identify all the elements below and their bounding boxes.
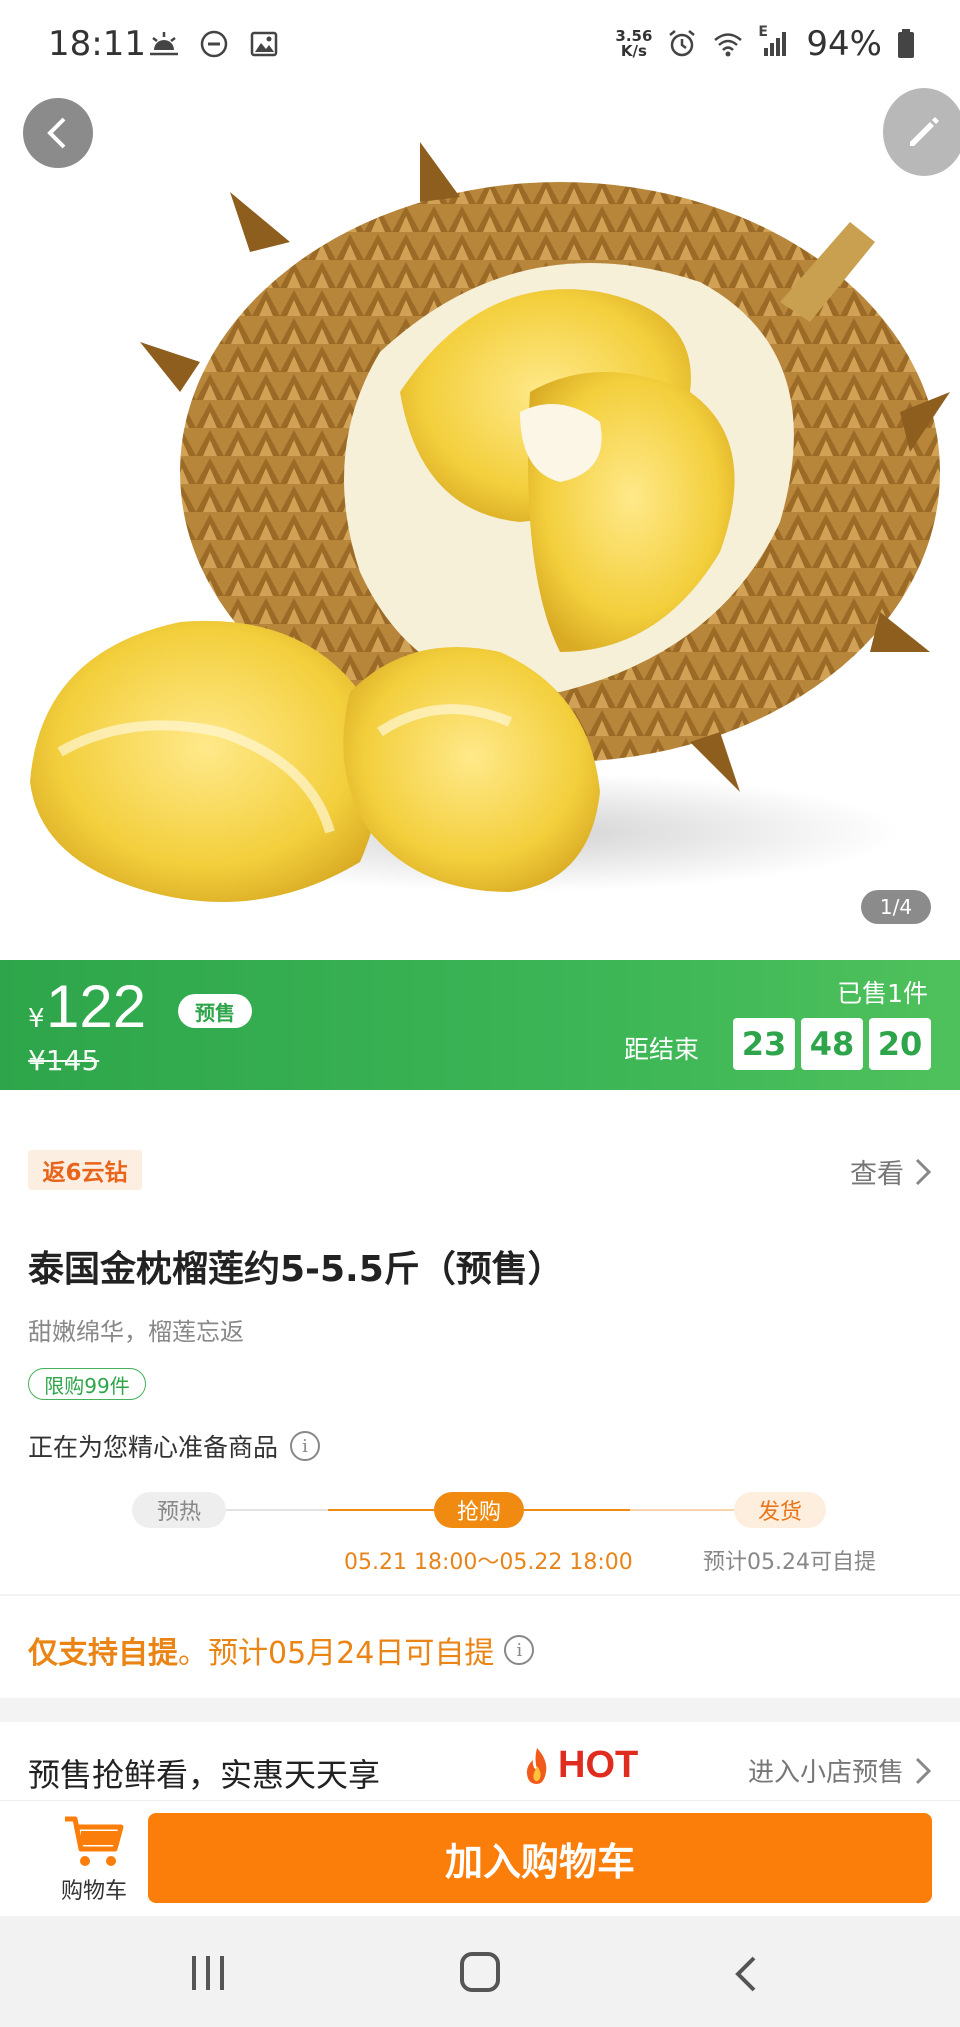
chevron-right-icon — [915, 1757, 932, 1784]
pickup-note: 仅支持自提。预计05月24日可自提 i — [28, 1628, 535, 1672]
view-reward-label: 查看 — [850, 1159, 904, 1190]
purchase-limit-badge: 限购99件 — [28, 1368, 146, 1400]
currency-symbol: ¥ — [28, 1004, 45, 1034]
network-speed-unit: K/s — [620, 42, 647, 60]
wifi-icon — [714, 33, 743, 57]
product-image-gallery[interactable] — [0, 92, 960, 960]
alarm-icon — [669, 30, 696, 57]
countdown-minutes: 48 — [801, 1018, 863, 1070]
battery-icon — [898, 29, 914, 58]
shop-presale-label: 进入小店预售 — [747, 1758, 904, 1788]
price-banner: ¥ 122 预售 ¥145 已售1件 距结束 23 48 20 — [0, 960, 960, 1090]
signal-indicator: E — [758, 24, 792, 60]
hot-label: HOT — [558, 1744, 639, 1786]
step-line-active-right — [524, 1509, 630, 1511]
original-price: ¥145 — [28, 1044, 100, 1077]
shop-presale-link[interactable]: 进入小店预售 — [748, 1752, 932, 1789]
preparing-status: 正在为您精心准备商品 i — [28, 1428, 321, 1464]
gallery-page-indicator: 1/4 — [861, 890, 931, 924]
section-divider — [0, 1594, 960, 1596]
edit-button[interactable] — [883, 88, 960, 176]
status-time: 18:11 — [48, 24, 146, 64]
pickup-date-text: 。预计05月24日可自提 — [178, 1636, 495, 1671]
ship-estimate: 预计05.24可自提 — [703, 1550, 876, 1575]
step-line-active-left — [328, 1509, 434, 1511]
status-notification-icons — [148, 28, 280, 60]
presale-promo-row[interactable]: 预售抢鲜看，实惠天天享 HOT 进入小店预售 — [0, 1722, 960, 1802]
back-button[interactable] — [23, 98, 93, 168]
step-line-ship — [630, 1509, 734, 1511]
reward-badge: 返6云钻 — [28, 1150, 142, 1190]
countdown-seconds: 20 — [869, 1018, 931, 1070]
status-system-icons: 3.56 K/s E 94% — [615, 24, 916, 64]
info-icon[interactable]: i — [290, 1431, 321, 1461]
buy-time-range: 05.21 18:00～05.22 18:00 — [344, 1550, 633, 1575]
countdown-label: 距结束 — [624, 1035, 700, 1064]
network-speed: 3.56 K/s — [615, 29, 652, 59]
product-subtitle: 甜嫩绵华，榴莲忘返 — [28, 1318, 244, 1346]
promo-title: 预售抢鲜看，实惠天天享 — [28, 1756, 381, 1794]
system-nav-bar — [0, 1916, 960, 2027]
product-title: 泰国金枕榴莲约5-5.5斤（预售） — [28, 1249, 564, 1290]
hot-badge: HOT — [520, 1744, 638, 1787]
chevron-left-icon — [47, 117, 66, 149]
system-back-icon[interactable] — [730, 1954, 760, 1994]
step-preheat: 预热 — [132, 1492, 226, 1528]
pickup-only-text: 仅支持自提 — [28, 1636, 178, 1671]
pickup-info-icon[interactable]: i — [504, 1635, 535, 1665]
shopping-cart-icon — [65, 1816, 124, 1866]
sold-count: 已售1件 — [837, 979, 928, 1008]
countdown-hours: 23 — [733, 1018, 795, 1070]
add-to-cart-button[interactable]: 加入购物车 — [148, 1813, 932, 1903]
cart-button[interactable]: 购物车 — [44, 1815, 144, 1905]
home-button[interactable] — [460, 1952, 500, 1992]
view-reward-link[interactable]: 查看 — [850, 1152, 932, 1191]
pencil-icon — [910, 117, 939, 146]
gallery-icon — [250, 31, 278, 57]
current-price: 122 — [46, 973, 147, 1040]
step-buy: 抢购 — [434, 1492, 524, 1528]
cart-label: 购物车 — [60, 1879, 127, 1904]
network-type: E — [758, 24, 768, 40]
status-bar: 18:11 3.56 K/s E 94% — [0, 0, 960, 92]
recent-apps-button[interactable] — [192, 1956, 232, 1990]
bottom-action-bar: 购物车 加入购物车 — [0, 1800, 960, 1916]
flame-icon — [526, 1747, 547, 1784]
chevron-right-icon — [915, 1158, 932, 1185]
step-ship: 发货 — [734, 1492, 826, 1528]
weather-icon — [150, 32, 178, 56]
presale-badge: 预售 — [178, 994, 252, 1028]
section-gap — [0, 1698, 960, 1722]
preparing-text: 正在为您精心准备商品 — [28, 1433, 279, 1462]
durian-product-image — [30, 142, 950, 902]
do-not-disturb-icon — [200, 30, 228, 58]
battery-percent: 94% — [806, 24, 882, 64]
pickup-note-text: 仅支持自提。预计05月24日可自提 — [28, 1628, 494, 1672]
